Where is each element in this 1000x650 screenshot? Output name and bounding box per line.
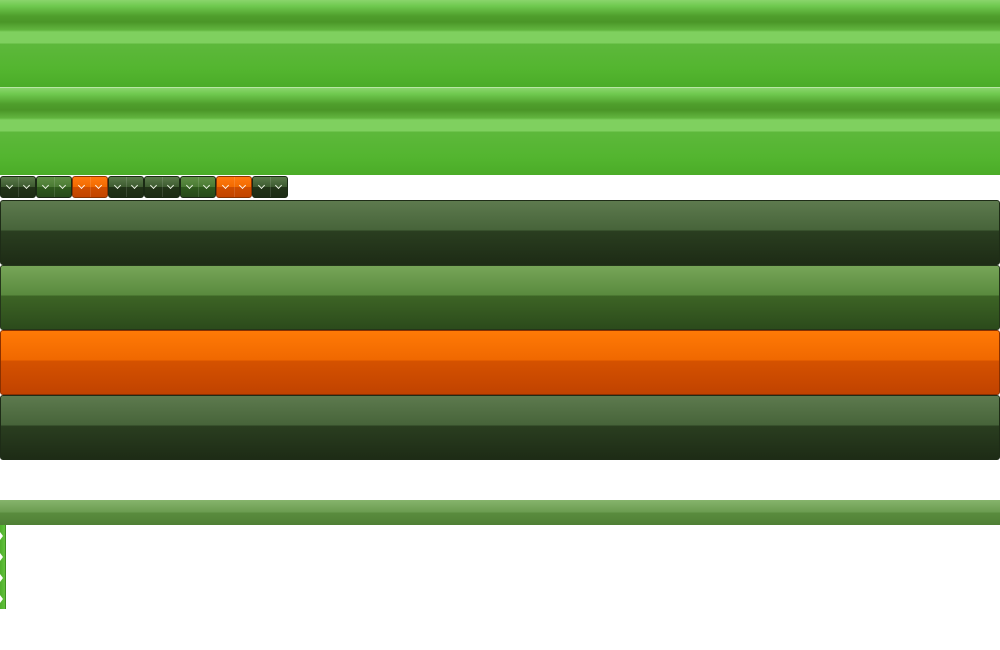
dropdown-button-green[interactable] — [36, 176, 72, 198]
dropdown-button-orange[interactable] — [216, 176, 252, 198]
dropdown-button-dark[interactable] — [252, 176, 288, 198]
dropdown-button-orange[interactable] — [72, 176, 108, 198]
bar-dark-2[interactable] — [0, 395, 1000, 460]
chevron-down-icon — [150, 184, 157, 191]
dropdown-button-green[interactable] — [180, 176, 216, 198]
side-tab[interactable] — [0, 525, 6, 546]
chevron-down-icon — [203, 184, 210, 191]
chevron-down-icon — [167, 184, 174, 191]
chevron-down-icon — [186, 184, 193, 191]
chevron-down-icon — [131, 184, 138, 191]
dropdown-button-strip — [0, 176, 288, 198]
dropdown-button-dark[interactable] — [0, 176, 36, 198]
side-tab[interactable] — [0, 588, 6, 609]
chevron-down-icon — [114, 184, 121, 191]
bar-dark-1[interactable] — [0, 200, 1000, 265]
arrow-right-icon — [0, 532, 3, 540]
chevron-down-icon — [42, 184, 49, 191]
chevron-down-icon — [275, 184, 282, 191]
chevron-down-icon — [222, 184, 229, 191]
arrow-right-icon — [0, 574, 3, 582]
chevron-down-icon — [239, 184, 246, 191]
chevron-down-icon — [59, 184, 66, 191]
chevron-down-icon — [6, 184, 13, 191]
top-green-bar-1 — [0, 0, 1000, 87]
arrow-right-icon — [0, 595, 3, 603]
dropdown-button-dark[interactable] — [144, 176, 180, 198]
chevron-down-icon — [258, 184, 265, 191]
top-green-bar-2 — [0, 87, 1000, 175]
chevron-down-icon — [78, 184, 85, 191]
bar-green[interactable] — [0, 265, 1000, 330]
dropdown-button-dark[interactable] — [108, 176, 144, 198]
arrow-right-icon — [0, 553, 3, 561]
chevron-down-icon — [95, 184, 102, 191]
chevron-down-icon — [23, 184, 30, 191]
side-tab[interactable] — [0, 546, 6, 567]
thin-header-bar — [0, 500, 1000, 525]
side-tab[interactable] — [0, 567, 6, 588]
bar-orange-active[interactable] — [0, 330, 1000, 395]
